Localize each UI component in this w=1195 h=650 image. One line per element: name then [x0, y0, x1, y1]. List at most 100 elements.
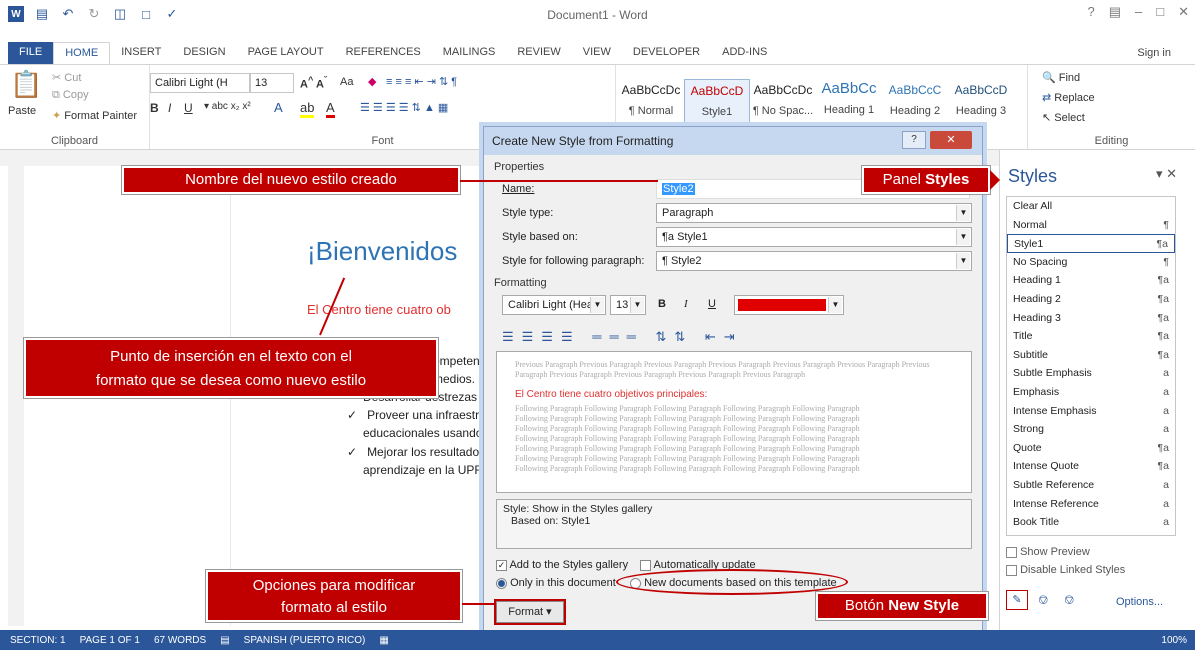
dialog-font-select[interactable]: Calibri Light (Head ▼	[502, 295, 606, 315]
style-item-name: Strong	[1013, 423, 1044, 436]
window-title: Document1 - Word	[547, 8, 648, 22]
ribbon-display-icon[interactable]: ▤	[1109, 4, 1121, 20]
style-type-label: Style type:	[502, 207, 554, 219]
disable-linked-checkbox[interactable]: Disable Linked Styles	[1006, 564, 1125, 576]
show-preview-checkbox[interactable]: Show Preview	[1006, 546, 1090, 558]
styles-list-item[interactable]: Heading 3 ¶a	[1007, 309, 1175, 328]
tab-view[interactable]: VIEW	[572, 42, 622, 64]
minimize-button[interactable]: –	[1135, 4, 1142, 20]
format-painter-button[interactable]: ✦ Format Painter	[52, 109, 137, 122]
styles-list-item[interactable]: Title ¶a	[1007, 327, 1175, 346]
macro-icon[interactable]: ▦	[379, 635, 388, 646]
preview-following-3: Following Paragraph Following Paragraph …	[515, 424, 860, 433]
new-style-icon[interactable]: ✎	[1006, 590, 1028, 610]
style-inspector-icon[interactable]: ⎊	[1038, 592, 1048, 608]
styles-list-item[interactable]: Intense Emphasis a	[1007, 402, 1175, 421]
preview-previous-text: Previous Paragraph Previous Paragraph Pr…	[515, 360, 930, 379]
style-heading-3[interactable]: AaBbCcD Heading 3	[948, 79, 1014, 127]
clear-format-icon[interactable]: ◆	[368, 75, 376, 88]
grow-font-icon[interactable]: A^ Aˇ	[300, 75, 327, 91]
underline-button[interactable]: U	[184, 101, 193, 115]
bullets-icon[interactable]: ≡ ≡ ≡ ⇤ ⇥ ⇅ ¶	[386, 75, 457, 88]
styles-list-item[interactable]: No Spacing ¶	[1007, 253, 1175, 272]
select-button[interactable]: ↖ Select	[1042, 111, 1085, 124]
copy-button[interactable]: ⧉ Copy	[52, 89, 89, 102]
tab-design[interactable]: DESIGN	[172, 42, 236, 64]
dialog-paragraph-icons[interactable]: ☰☰☰☰ ═══ ⇅⇅ ⇤⇥	[502, 329, 743, 345]
strikethrough-icon[interactable]: ▾ abc x₂ x²	[204, 101, 251, 112]
help-button[interactable]: ?	[1087, 4, 1094, 20]
word-count[interactable]: 67 WORDS	[154, 635, 206, 646]
styles-list-item[interactable]: Strong a	[1007, 420, 1175, 439]
dialog-underline-button[interactable]: U	[708, 298, 716, 310]
close-button[interactable]: ✕	[1178, 4, 1189, 20]
tab-developer[interactable]: DEVELOPER	[622, 42, 711, 64]
tab-references[interactable]: REFERENCES	[335, 42, 432, 64]
paste-button[interactable]: Paste	[8, 105, 36, 117]
styles-list-item[interactable]: Emphasis a	[1007, 383, 1175, 402]
find-button[interactable]: 🔍 Find	[1042, 71, 1080, 84]
style-no-spacing[interactable]: AaBbCcDc ¶ No Spac...	[750, 79, 816, 127]
styles-list-item[interactable]: Intense Quote ¶a	[1007, 457, 1175, 476]
font-family-select[interactable]: Calibri Light (H	[150, 73, 250, 93]
styles-list-item[interactable]: Heading 2 ¶a	[1007, 290, 1175, 309]
style-heading-1[interactable]: AaBbCc Heading 1	[816, 79, 882, 127]
section-indicator[interactable]: SECTION: 1	[10, 635, 66, 646]
font-color-icon[interactable]: A	[326, 100, 335, 118]
dialog-help-button[interactable]: ?	[902, 131, 926, 149]
styles-pane-menu-icon[interactable]: ▾ ✕	[1156, 166, 1177, 182]
maximize-button[interactable]: □	[1156, 4, 1164, 20]
styles-list-item[interactable]: Quote ¶a	[1007, 439, 1175, 458]
dialog-size-select[interactable]: 13 ▼	[610, 295, 646, 315]
styles-list-item[interactable]: Book Title a	[1007, 513, 1175, 532]
dialog-bold-button[interactable]: B	[658, 298, 666, 310]
paste-icon[interactable]: 📋	[10, 69, 42, 100]
styles-list-item[interactable]: Clear All	[1007, 197, 1175, 216]
highlight-icon[interactable]: ab	[300, 100, 315, 118]
zoom-level[interactable]: 100%	[1161, 635, 1187, 646]
format-button[interactable]: Format ▾	[496, 601, 564, 623]
dialog-color-select[interactable]: ▼	[734, 295, 844, 315]
font-size-select[interactable]: 13	[250, 73, 294, 93]
style-item-name: Clear All	[1013, 200, 1053, 212]
text-effects-icon[interactable]: A	[274, 100, 283, 115]
language-indicator[interactable]: SPANISH (PUERTO RICO)	[244, 635, 366, 646]
tab-file[interactable]: FILE	[8, 42, 54, 64]
styles-list-item[interactable]: Subtle Emphasis a	[1007, 364, 1175, 383]
add-to-gallery-checkbox[interactable]: ✓ Add to the Styles gallery	[496, 559, 628, 571]
vertical-ruler[interactable]	[8, 166, 24, 626]
options-link[interactable]: Options...	[1116, 596, 1163, 608]
tab-mailings[interactable]: MAILINGS	[432, 42, 507, 64]
page-indicator[interactable]: PAGE 1 OF 1	[80, 635, 140, 646]
styles-list-item[interactable]: Normal ¶	[1007, 216, 1175, 235]
dialog-italic-button[interactable]: I	[684, 298, 688, 310]
tab-page-layout[interactable]: PAGE LAYOUT	[237, 42, 335, 64]
based-on-select[interactable]: ¶a Style1 ▼	[656, 227, 972, 247]
clipboard-label: Clipboard	[50, 135, 99, 147]
tab-review[interactable]: REVIEW	[506, 42, 571, 64]
style-normal[interactable]: AaBbCcDc ¶ Normal	[618, 79, 684, 127]
tab-home[interactable]: HOME	[53, 42, 111, 64]
styles-list-item[interactable]: Style1 ¶a	[1007, 234, 1175, 253]
styles-list-item[interactable]: Subtle Reference a	[1007, 476, 1175, 495]
italic-button[interactable]: I	[168, 101, 171, 115]
style-heading-2[interactable]: AaBbCcC Heading 2	[882, 79, 948, 127]
styles-list-item[interactable]: Subtitle ¶a	[1007, 346, 1175, 365]
style-style1[interactable]: AaBbCcD Style1	[684, 79, 750, 127]
align-icons[interactable]: ☰ ☰ ☰ ☰ ⇅ ▲ ▦	[360, 101, 448, 114]
style-type-select[interactable]: Paragraph ▼	[656, 203, 972, 223]
styles-list-item[interactable]: Heading 1 ¶a	[1007, 271, 1175, 290]
tab-add-ins[interactable]: ADD-INS	[711, 42, 778, 64]
change-case-button[interactable]: Aa	[340, 76, 353, 88]
sign-in-link[interactable]: Sign in	[1137, 47, 1171, 59]
bold-button[interactable]: B	[150, 101, 159, 115]
following-paragraph-select[interactable]: ¶ Style2 ▼	[656, 251, 972, 271]
dialog-close-button[interactable]: ✕	[930, 131, 972, 149]
tab-insert[interactable]: INSERT	[110, 42, 172, 64]
styles-list-item[interactable]: Intense Reference a	[1007, 495, 1175, 514]
cut-button[interactable]: ✂ Cut	[52, 71, 81, 84]
manage-styles-icon[interactable]: ⎊	[1064, 592, 1074, 608]
proofing-icon[interactable]: ▤	[220, 635, 229, 646]
only-this-document-radio[interactable]: Only in this document	[496, 577, 616, 589]
replace-button[interactable]: ⇄ Replace	[1042, 91, 1095, 104]
